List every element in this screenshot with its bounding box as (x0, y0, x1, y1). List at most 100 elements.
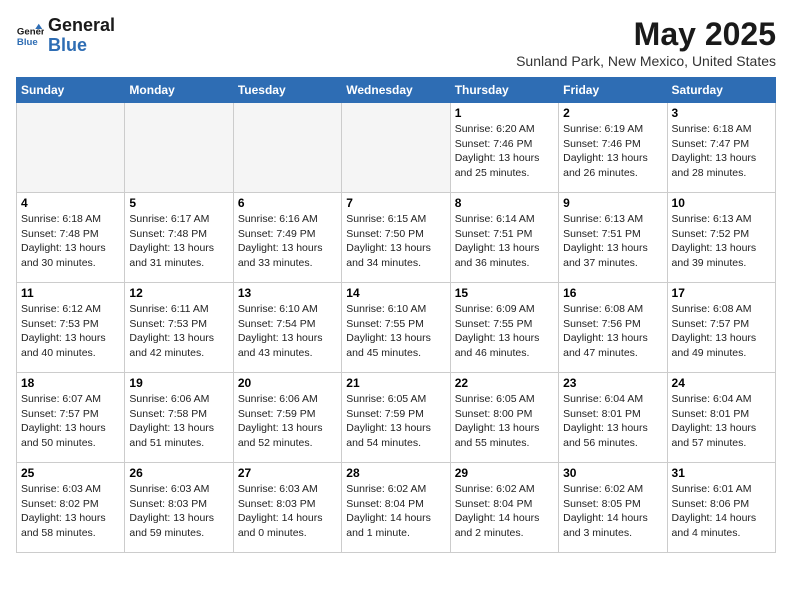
calendar-cell: 12 Sunrise: 6:11 AM Sunset: 7:53 PM Dayli… (125, 283, 233, 373)
weekday-header-saturday: Saturday (667, 78, 775, 103)
calendar-cell: 3 Sunrise: 6:18 AM Sunset: 7:47 PM Daylig… (667, 103, 775, 193)
page-header: General Blue General Blue May 2025 Sunla… (16, 16, 776, 69)
day-info: Sunrise: 6:06 AM Sunset: 7:59 PM Dayligh… (238, 392, 337, 451)
calendar-cell: 28Sunrise: 6:02 AM Sunset: 8:04 PM Dayli… (342, 463, 450, 553)
calendar-cell: 22 Sunrise: 6:05 AM Sunset: 8:00 PM Dayli… (450, 373, 558, 463)
calendar-cell: 10Sunrise: 6:13 AM Sunset: 7:52 PM Dayli… (667, 193, 775, 283)
day-number: 2 (563, 106, 662, 120)
day-info: Sunrise: 6:03 AM Sunset: 8:03 PM Dayligh… (238, 482, 337, 541)
day-number: 27 (238, 466, 337, 480)
day-info: Sunrise: 6:02 AM Sunset: 8:05 PM Dayligh… (563, 482, 662, 541)
day-number: 1 (455, 106, 554, 120)
month-title: May 2025 (516, 16, 776, 53)
day-number: 15 (455, 286, 554, 300)
day-info: Sunrise: 6:02 AM Sunset: 8:04 PM Dayligh… (346, 482, 445, 541)
calendar-week-row: 25 Sunrise: 6:03 AM Sunset: 8:02 PM Dayli… (17, 463, 776, 553)
calendar-cell: 7 Sunrise: 6:15 AM Sunset: 7:50 PM Daylig… (342, 193, 450, 283)
day-number: 16 (563, 286, 662, 300)
calendar-cell: 5Sunrise: 6:17 AM Sunset: 7:48 PM Daylig… (125, 193, 233, 283)
title-block: May 2025 Sunland Park, New Mexico, Unite… (516, 16, 776, 69)
day-number: 11 (21, 286, 120, 300)
day-info: Sunrise: 6:18 AM Sunset: 7:47 PM Dayligh… (672, 122, 771, 181)
calendar-cell (342, 103, 450, 193)
weekday-header-tuesday: Tuesday (233, 78, 341, 103)
day-number: 20 (238, 376, 337, 390)
calendar-cell: 11 Sunrise: 6:12 AM Sunset: 7:53 PM Dayli… (17, 283, 125, 373)
day-number: 3 (672, 106, 771, 120)
day-info: Sunrise: 6:06 AM Sunset: 7:58 PM Dayligh… (129, 392, 228, 451)
day-number: 5 (129, 196, 228, 210)
day-info: Sunrise: 6:01 AM Sunset: 8:06 PM Dayligh… (672, 482, 771, 541)
calendar-cell: 4 Sunrise: 6:18 AM Sunset: 7:48 PM Daylig… (17, 193, 125, 283)
day-info: Sunrise: 6:10 AM Sunset: 7:55 PM Dayligh… (346, 302, 445, 361)
day-number: 8 (455, 196, 554, 210)
day-info: Sunrise: 6:16 AM Sunset: 7:49 PM Dayligh… (238, 212, 337, 271)
calendar-cell: 6Sunrise: 6:16 AM Sunset: 7:49 PM Daylig… (233, 193, 341, 283)
location: Sunland Park, New Mexico, United States (516, 53, 776, 69)
calendar-cell: 2Sunrise: 6:19 AM Sunset: 7:46 PM Daylig… (559, 103, 667, 193)
day-number: 31 (672, 466, 771, 480)
day-number: 14 (346, 286, 445, 300)
calendar-cell: 21Sunrise: 6:05 AM Sunset: 7:59 PM Dayli… (342, 373, 450, 463)
calendar-table: SundayMondayTuesdayWednesdayThursdayFrid… (16, 77, 776, 553)
day-number: 13 (238, 286, 337, 300)
calendar-cell: 20 Sunrise: 6:06 AM Sunset: 7:59 PM Dayli… (233, 373, 341, 463)
logo-text: General Blue (48, 16, 115, 56)
weekday-header-row: SundayMondayTuesdayWednesdayThursdayFrid… (17, 78, 776, 103)
calendar-cell: 17Sunrise: 6:08 AM Sunset: 7:57 PM Dayli… (667, 283, 775, 373)
logo-icon: General Blue (16, 22, 44, 50)
calendar-cell: 24 Sunrise: 6:04 AM Sunset: 8:01 PM Dayli… (667, 373, 775, 463)
day-info: Sunrise: 6:11 AM Sunset: 7:53 PM Dayligh… (129, 302, 228, 361)
calendar-cell (233, 103, 341, 193)
calendar-cell: 19 Sunrise: 6:06 AM Sunset: 7:58 PM Dayli… (125, 373, 233, 463)
calendar-week-row: 1 Sunrise: 6:20 AM Sunset: 7:46 PM Daylig… (17, 103, 776, 193)
day-info: Sunrise: 6:05 AM Sunset: 7:59 PM Dayligh… (346, 392, 445, 451)
calendar-week-row: 18 Sunrise: 6:07 AM Sunset: 7:57 PM Dayli… (17, 373, 776, 463)
day-info: Sunrise: 6:20 AM Sunset: 7:46 PM Dayligh… (455, 122, 554, 181)
weekday-header-sunday: Sunday (17, 78, 125, 103)
day-info: Sunrise: 6:05 AM Sunset: 8:00 PM Dayligh… (455, 392, 554, 451)
day-number: 24 (672, 376, 771, 390)
day-info: Sunrise: 6:08 AM Sunset: 7:56 PM Dayligh… (563, 302, 662, 361)
day-info: Sunrise: 6:12 AM Sunset: 7:53 PM Dayligh… (21, 302, 120, 361)
calendar-week-row: 4 Sunrise: 6:18 AM Sunset: 7:48 PM Daylig… (17, 193, 776, 283)
weekday-header-thursday: Thursday (450, 78, 558, 103)
day-number: 22 (455, 376, 554, 390)
day-info: Sunrise: 6:04 AM Sunset: 8:01 PM Dayligh… (672, 392, 771, 451)
day-info: Sunrise: 6:15 AM Sunset: 7:50 PM Dayligh… (346, 212, 445, 271)
day-info: Sunrise: 6:10 AM Sunset: 7:54 PM Dayligh… (238, 302, 337, 361)
day-info: Sunrise: 6:18 AM Sunset: 7:48 PM Dayligh… (21, 212, 120, 271)
calendar-cell: 26Sunrise: 6:03 AM Sunset: 8:03 PM Dayli… (125, 463, 233, 553)
calendar-cell: 27 Sunrise: 6:03 AM Sunset: 8:03 PM Dayli… (233, 463, 341, 553)
day-number: 7 (346, 196, 445, 210)
day-number: 12 (129, 286, 228, 300)
day-number: 18 (21, 376, 120, 390)
calendar-cell: 15 Sunrise: 6:09 AM Sunset: 7:55 PM Dayli… (450, 283, 558, 373)
calendar-cell: 16 Sunrise: 6:08 AM Sunset: 7:56 PM Dayli… (559, 283, 667, 373)
calendar-cell (17, 103, 125, 193)
weekday-header-monday: Monday (125, 78, 233, 103)
day-info: Sunrise: 6:07 AM Sunset: 7:57 PM Dayligh… (21, 392, 120, 451)
day-number: 30 (563, 466, 662, 480)
calendar-cell: 9Sunrise: 6:13 AM Sunset: 7:51 PM Daylig… (559, 193, 667, 283)
day-info: Sunrise: 6:03 AM Sunset: 8:02 PM Dayligh… (21, 482, 120, 541)
day-info: Sunrise: 6:08 AM Sunset: 7:57 PM Dayligh… (672, 302, 771, 361)
calendar-cell: 1 Sunrise: 6:20 AM Sunset: 7:46 PM Daylig… (450, 103, 558, 193)
calendar-cell: 14 Sunrise: 6:10 AM Sunset: 7:55 PM Dayli… (342, 283, 450, 373)
calendar-cell: 29 Sunrise: 6:02 AM Sunset: 8:04 PM Dayli… (450, 463, 558, 553)
day-number: 19 (129, 376, 228, 390)
day-number: 29 (455, 466, 554, 480)
calendar-cell: 30 Sunrise: 6:02 AM Sunset: 8:05 PM Dayli… (559, 463, 667, 553)
weekday-header-wednesday: Wednesday (342, 78, 450, 103)
day-number: 23 (563, 376, 662, 390)
calendar-cell: 31 Sunrise: 6:01 AM Sunset: 8:06 PM Dayli… (667, 463, 775, 553)
day-info: Sunrise: 6:02 AM Sunset: 8:04 PM Dayligh… (455, 482, 554, 541)
day-number: 4 (21, 196, 120, 210)
day-info: Sunrise: 6:13 AM Sunset: 7:51 PM Dayligh… (563, 212, 662, 271)
day-info: Sunrise: 6:03 AM Sunset: 8:03 PM Dayligh… (129, 482, 228, 541)
calendar-cell: 13 Sunrise: 6:10 AM Sunset: 7:54 PM Dayli… (233, 283, 341, 373)
svg-text:Blue: Blue (17, 37, 38, 48)
weekday-header-friday: Friday (559, 78, 667, 103)
day-number: 25 (21, 466, 120, 480)
day-info: Sunrise: 6:09 AM Sunset: 7:55 PM Dayligh… (455, 302, 554, 361)
